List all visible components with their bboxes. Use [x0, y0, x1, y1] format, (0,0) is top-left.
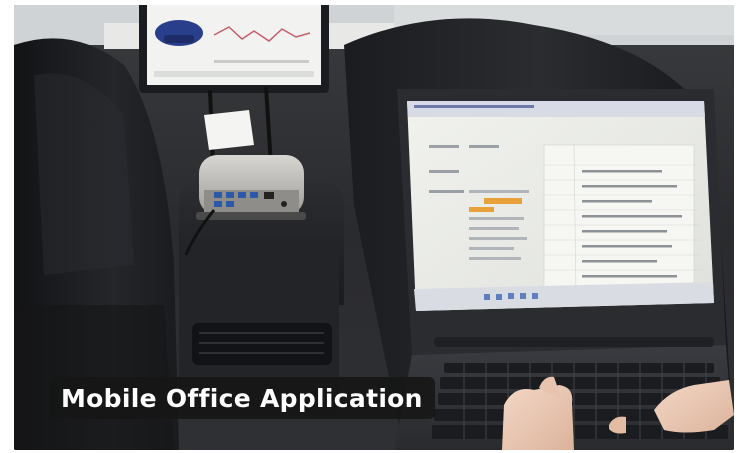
tissue — [204, 110, 254, 150]
caption-text: Mobile Office Application — [61, 383, 423, 413]
infotainment-screen — [139, 5, 329, 93]
caption-badge: Mobile Office Application — [49, 377, 435, 419]
